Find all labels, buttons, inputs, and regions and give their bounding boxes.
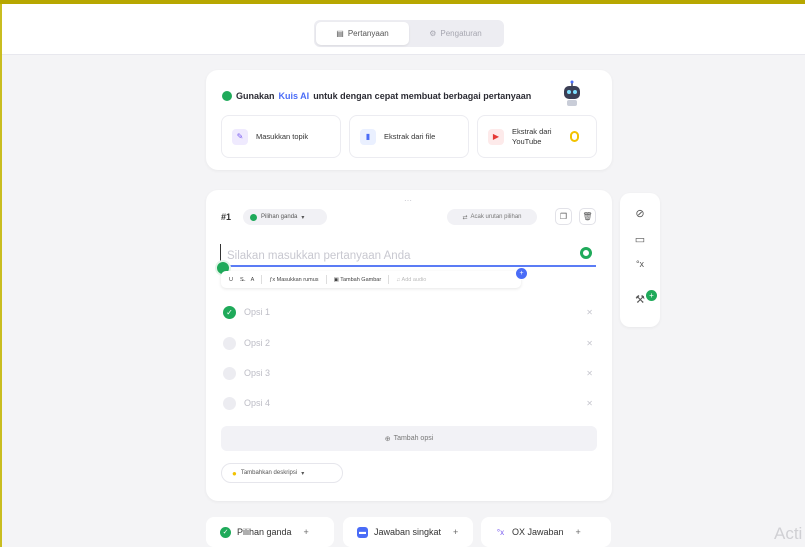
plus-icon: + xyxy=(575,527,581,537)
option-row: Opsi 2 ✕ xyxy=(223,334,593,352)
add-multiple-choice-button[interactable]: ✓ Pilihan ganda + xyxy=(206,517,334,547)
chat-icon: ▬ xyxy=(357,526,368,538)
option-label[interactable]: Opsi 3 xyxy=(244,368,270,378)
chevron-down-icon: ▾ xyxy=(301,470,305,477)
ai-quiz-card: Gunakan Kuis AI untuk dengan cepat membu… xyxy=(206,70,612,170)
add-option-button[interactable]: ⊕ Tambah opsi xyxy=(221,426,597,451)
extract-file-button[interactable]: ▮ Ekstrak dari file xyxy=(349,115,469,158)
file-icon: ▮ xyxy=(360,128,376,145)
extract-youtube-label: Ekstrak dari YouTube xyxy=(512,126,552,146)
activation-watermark: Acti xyxy=(774,524,803,543)
strikethrough-icon[interactable]: S̶ xyxy=(240,277,244,283)
bottom-button-label: Pilihan ganda xyxy=(237,527,292,537)
correct-radio[interactable] xyxy=(223,366,236,380)
add-audio-label: Add audio xyxy=(401,276,427,283)
add-description-button[interactable]: ● Tambahkan deskripsi ▾ xyxy=(221,463,343,483)
ox-icon: °x xyxy=(495,526,506,538)
robot-icon xyxy=(564,80,580,106)
add-audio-button[interactable]: ♫ Add audio xyxy=(396,277,426,283)
remove-option-icon[interactable]: ✕ xyxy=(586,339,593,348)
option-label[interactable]: Opsi 4 xyxy=(244,398,270,408)
side-toolbar: ⊘ ▭ °x ⚒ + xyxy=(620,193,660,327)
extract-youtube-button[interactable]: ▶ Ekstrak dari YouTube xyxy=(477,115,597,158)
divider xyxy=(388,275,390,284)
option-row: Opsi 4 ✕ xyxy=(223,394,593,412)
lightbulb-icon: ● xyxy=(232,468,237,478)
ai-title-link[interactable]: Kuis AI xyxy=(279,91,310,101)
underline-icon[interactable]: U xyxy=(229,277,233,283)
youtube-icon: ▶ xyxy=(488,128,504,145)
remove-option-icon[interactable]: ✕ xyxy=(586,399,593,408)
plus-badge-icon[interactable]: + xyxy=(645,289,658,302)
drag-handle-icon[interactable]: ⋯ xyxy=(404,196,413,205)
pencil-icon: ✎ xyxy=(232,128,248,145)
format-toolbar: U S̶ A ƒx Masukkan rumus ▣ Tambah Gambar… xyxy=(221,271,521,288)
chat-icon[interactable]: ▭ xyxy=(633,233,647,246)
tab-pertanyaan[interactable]: ▤ Pertanyaan xyxy=(316,22,409,45)
trash-icon: 🗑 xyxy=(582,212,593,221)
delete-button[interactable]: 🗑 xyxy=(579,208,596,225)
ai-quiz-title: Gunakan Kuis AI untuk dengan cepat membu… xyxy=(222,91,531,101)
ox-icon[interactable]: °x xyxy=(633,259,647,269)
plus-circle-icon: ⊕ xyxy=(384,435,391,443)
question-number: #1 xyxy=(221,212,232,222)
question-type-label: Pilihan ganda xyxy=(261,214,298,220)
tab-pengaturan[interactable]: ⚙ Pengaturan xyxy=(409,22,502,45)
copy-icon: ❐ xyxy=(559,212,568,221)
option-row: Opsi 3 ✕ xyxy=(223,364,593,382)
remove-option-icon[interactable]: ✕ xyxy=(586,308,593,317)
tab-label: Pertanyaan xyxy=(347,29,389,38)
add-image-label: Tambah Gambar xyxy=(340,276,382,283)
remove-option-icon[interactable]: ✕ xyxy=(586,369,593,378)
check-circle-icon: ✓ xyxy=(220,526,231,538)
correct-radio[interactable]: ✓ xyxy=(223,305,236,319)
bottom-button-label: OX Jawaban xyxy=(512,527,564,537)
ai-title-suffix: untuk dengan cepat membuat berbagai pert… xyxy=(313,91,532,101)
shuffle-label: Acak urutan pilihan xyxy=(470,214,522,220)
extract-file-label: Ekstrak dari file xyxy=(384,132,436,141)
add-short-answer-button[interactable]: ▬ Jawaban singkat + xyxy=(343,517,473,547)
question-card: ⋯ #1 Pilihan ganda ▾ ⇄ Acak urutan pilih… xyxy=(206,190,612,501)
enter-topic-label: Masukkan topik xyxy=(256,132,309,141)
question-input[interactable]: Silakan masukkan pertanyaan Anda xyxy=(221,247,596,267)
option-label[interactable]: Opsi 2 xyxy=(244,338,270,348)
settings-icon: ⚙ xyxy=(429,29,437,38)
ai-title-prefix: Gunakan xyxy=(236,91,275,101)
add-option-label: Tambah opsi xyxy=(393,435,434,442)
shuffle-icon: ⇄ xyxy=(462,214,468,221)
divider xyxy=(261,275,263,284)
correct-radio[interactable] xyxy=(223,336,236,350)
document-icon: ▤ xyxy=(336,29,344,38)
check-circle-icon xyxy=(250,213,257,221)
app-frame: ▤ Pertanyaan ⚙ Pengaturan Gunakan Kuis A… xyxy=(0,4,805,547)
enter-topic-button[interactable]: ✎ Masukkan topik xyxy=(221,115,341,158)
plus-icon: + xyxy=(453,527,459,537)
add-image-button[interactable]: ▣ Tambah Gambar xyxy=(334,277,382,283)
bottom-button-label: Jawaban singkat xyxy=(374,527,442,537)
option-row: ✓ Opsi 1 ✕ xyxy=(223,303,593,321)
plus-icon: + xyxy=(303,527,309,537)
tab-switcher: ▤ Pertanyaan ⚙ Pengaturan xyxy=(314,20,504,47)
option-label[interactable]: Opsi 1 xyxy=(244,307,270,317)
text-color-icon[interactable]: A xyxy=(251,277,255,283)
check-circle-icon[interactable]: ⊘ xyxy=(633,207,647,220)
correct-indicator-icon xyxy=(580,247,592,259)
formula-icon: ƒx xyxy=(269,276,277,283)
shuffle-options-button[interactable]: ⇄ Acak urutan pilihan xyxy=(447,209,537,225)
add-description-label: Tambahkan deskripsi xyxy=(240,470,298,476)
question-type-dropdown[interactable]: Pilihan ganda ▾ xyxy=(243,209,327,225)
tab-label: Pengaturan xyxy=(440,29,482,38)
formula-label: Masukkan rumus xyxy=(276,276,319,283)
top-bar: ▤ Pertanyaan ⚙ Pengaturan xyxy=(2,4,805,55)
plus-badge-icon[interactable]: + xyxy=(515,267,528,280)
ai-dot-icon xyxy=(222,91,232,101)
coin-icon xyxy=(570,131,579,142)
duplicate-button[interactable]: ❐ xyxy=(555,208,572,225)
add-ox-answer-button[interactable]: °x OX Jawaban + xyxy=(481,517,611,547)
formula-button[interactable]: ƒx Masukkan rumus xyxy=(269,277,318,283)
divider xyxy=(325,275,327,284)
correct-radio[interactable] xyxy=(223,396,236,410)
chevron-down-icon: ▾ xyxy=(301,214,305,221)
